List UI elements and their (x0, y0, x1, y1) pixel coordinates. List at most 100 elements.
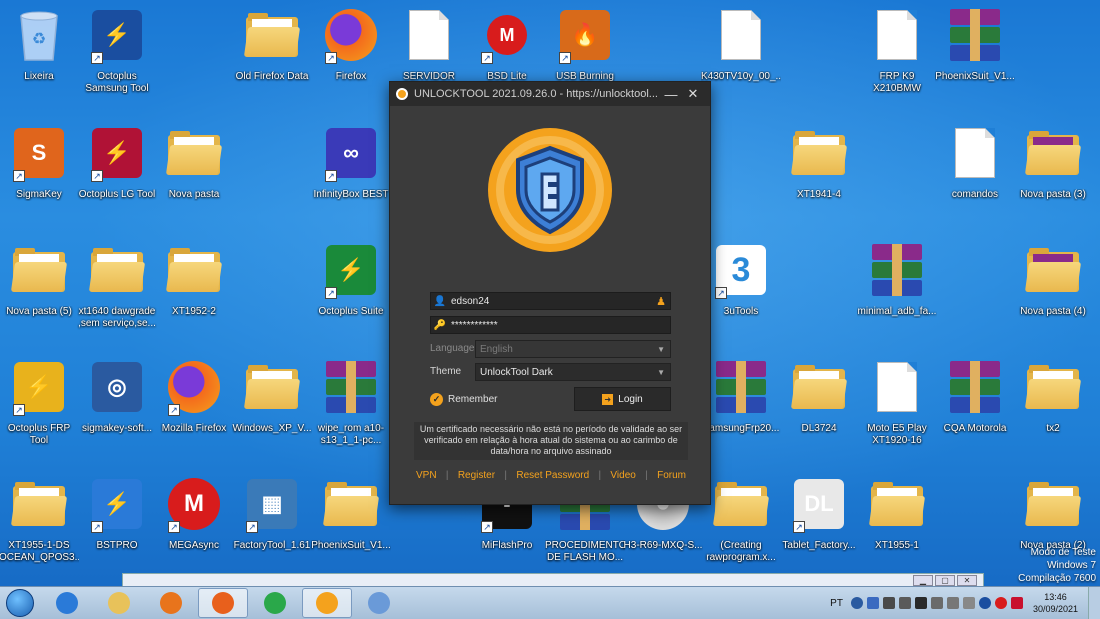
desktop-icon-octoplus-lg[interactable]: ⚡ ↗ Octoplus LG Tool (78, 122, 156, 234)
desktop-icon-samsungfrp[interactable]: SamsungFrp20... (702, 356, 780, 468)
usb-device-icon[interactable] (898, 597, 911, 609)
desktop-icon-k430tv[interactable]: K430TV10y_00_... (701, 4, 781, 116)
desktop-icon-phoenixsuit-top[interactable]: PhoenixSuit_V1... (935, 4, 1015, 116)
document-icon (877, 362, 917, 412)
desktop-icon-bstpro[interactable]: ⚡ ↗ BSTPRO (78, 473, 156, 585)
taskbar-media-player-button[interactable] (146, 588, 196, 618)
trash-bin-icon: ♻ (20, 11, 58, 61)
footer-link-forum[interactable]: Forum (657, 470, 686, 481)
mega-tray-icon[interactable] (994, 597, 1007, 609)
desktop-icon-tablet-factory[interactable]: DL ↗ Tablet_Factory... (780, 473, 858, 585)
desktop-icon-moto-e5[interactable]: Moto E5 Play XT1920-16 (858, 356, 936, 468)
flag-icon[interactable] (930, 597, 943, 609)
network-signal-icon[interactable] (962, 597, 975, 609)
desktop-icon-tx2[interactable]: tx2 (1014, 356, 1092, 468)
background-window-close-button[interactable]: ✕ (957, 575, 977, 586)
desktop-icon-xt1640[interactable]: xt1640 dawgrade ,sem serviço,se... (78, 239, 156, 351)
start-button[interactable] (0, 587, 40, 619)
desktop-icon-image: S ↗ (9, 122, 69, 184)
username-field[interactable]: 👤 edson24 ♟ (430, 292, 671, 310)
desktop-icon-image: 3 ↗ (711, 239, 771, 301)
desktop-icon-label: XT1952-2 (172, 306, 216, 317)
unlocktool-titlebar[interactable]: UNLOCKTOOL 2021.09.26.0 - https://unlock… (390, 82, 710, 106)
background-window-minimize-button[interactable]: ▁ (913, 575, 933, 586)
footer-link-reset-password[interactable]: Reset Password (516, 470, 589, 481)
footer-link-video[interactable]: Video (610, 470, 635, 481)
desktop-icon-windows-xp[interactable]: Windows_XP_V... (232, 356, 312, 468)
folder-icon (243, 365, 301, 409)
desktop-icon-factorytool[interactable]: ▦ ↗ FactoryTool_1.61 (233, 473, 311, 585)
checkmark-icon: ✓ (430, 393, 443, 406)
volume-icon[interactable] (946, 597, 959, 609)
watermark-line: Compilação 7600 (1018, 573, 1096, 584)
taskbar-ie-button[interactable] (42, 588, 92, 618)
sd-icon[interactable] (978, 597, 991, 609)
taskbar-explorer-button[interactable] (94, 588, 144, 618)
unlocktool-icon (316, 592, 338, 614)
remember-checkbox[interactable]: ✓ Remember (430, 393, 497, 406)
desktop-icon-image (164, 122, 224, 184)
network-sharing-icon[interactable] (866, 597, 879, 609)
password-field[interactable]: 🔑 ************ (430, 316, 671, 334)
desktop-icon-nova-pasta-3[interactable]: Nova pasta (3) (1014, 122, 1092, 234)
desktop-icon-image (945, 4, 1005, 66)
folder-icon (1024, 248, 1082, 292)
desktop-icon-minimal-adb[interactable]: minimal_adb_fa... (858, 239, 936, 351)
desktop-icon-megasync[interactable]: M ↗ MEGAsync (155, 473, 233, 585)
close-button[interactable]: ✕ (682, 86, 704, 102)
login-button[interactable]: ➜ Login (574, 387, 671, 411)
desktop-icon-creating-rawprogram[interactable]: (Creating rawprogram.x... (702, 473, 780, 585)
desktop-icon-old-firefox-data[interactable]: Old Firefox Data (233, 4, 311, 116)
desktop-icon-xt1941[interactable]: XT1941-4 (780, 122, 858, 234)
taskbar-firefox-button[interactable] (198, 588, 248, 618)
certificate-notice: Um certificado necessário não está no pe… (414, 422, 688, 460)
motorola-tray-icon[interactable] (1010, 597, 1023, 609)
desktop-icon-xt1955-ds[interactable]: XT1955-1-DS OCEAN_QPOS3... (0, 473, 79, 585)
desktop-icon-image (87, 239, 147, 301)
taskbar-paint-button[interactable] (354, 588, 404, 618)
desktop-icon-comandos[interactable]: comandos (936, 122, 1014, 234)
footer-link-vpn[interactable]: VPN (416, 470, 437, 481)
desktop-icon-dl3724[interactable]: DL3724 (780, 356, 858, 468)
desktop-icon-octoplus-suite[interactable]: ⚡ ↗ Octoplus Suite (312, 239, 390, 351)
desktop-icon-infinitybox[interactable]: ∞ ↗ InfinityBox BEST (312, 122, 390, 234)
background-window-maximize-button[interactable]: ▢ (935, 575, 955, 586)
minimize-button[interactable]: — (660, 87, 682, 102)
desktop-icon-label: Nova pasta (168, 189, 220, 200)
desktop-icon-mozilla-firefox[interactable]: ↗ Mozilla Firefox (155, 356, 233, 468)
winrar-archive-icon (326, 361, 376, 413)
monitor-icon[interactable] (914, 597, 927, 609)
theme-select[interactable]: UnlockTool Dark ▼ (475, 363, 671, 381)
desktop-icon-sigmakey-soft[interactable]: ◎ sigmakey-soft... (78, 356, 156, 468)
desktop-icon-nova-pasta-5[interactable]: Nova pasta (5) (0, 239, 78, 351)
desktop-icon-xt1955-1[interactable]: XT1955-1 (858, 473, 936, 585)
desktop-icon-octoplus-samsung[interactable]: ⚡ ↗ Octoplus Samsung Tool (78, 4, 156, 116)
desktop-icon-firefox[interactable]: ↗ Firefox (312, 4, 390, 116)
desktop-icon-lixeira[interactable]: ♻ Lixeira (0, 4, 78, 116)
background-window[interactable]: ▁ ▢ ✕ (122, 573, 984, 587)
chevron-up-icon[interactable] (882, 597, 895, 609)
desktop-icon-frp-k9[interactable]: FRP K9 X210BMW (858, 4, 936, 116)
footer-link-register[interactable]: Register (458, 470, 495, 481)
desktop-icon-image (945, 356, 1005, 418)
desktop-icon-sigmakey[interactable]: S ↗ SigmaKey (0, 122, 78, 234)
desktop-icon-nova-pasta-4[interactable]: Nova pasta (4) (1014, 239, 1092, 351)
show-desktop-button[interactable] (1088, 586, 1100, 619)
desktop-icon-octoplus-frp[interactable]: ⚡ ↗ Octoplus FRP Tool (0, 356, 78, 468)
desktop-icon-phoenixsuit-bottom[interactable]: PhoenixSuit_V1... (311, 473, 391, 585)
desktop-icon-cqa-motorola[interactable]: CQA Motorola (936, 356, 1014, 468)
language-select[interactable]: English ▼ (475, 340, 671, 358)
desktop-icon-label: comandos (951, 189, 999, 200)
folder-icon (868, 482, 926, 526)
language-indicator[interactable]: PT (830, 598, 843, 609)
desktop-icon-label: (Creating rawprogram.x... (706, 540, 776, 563)
taskbar-unlocktool-button[interactable] (302, 588, 352, 618)
desktop-icon-xt1952[interactable]: XT1952-2 (155, 239, 233, 351)
folder-icon (712, 482, 770, 526)
clock[interactable]: 13:46 30/09/2021 (1033, 591, 1078, 615)
desktop-icon-nova-pasta[interactable]: Nova pasta (155, 122, 233, 234)
desktop-icon-3utools[interactable]: 3 ↗ 3uTools (702, 239, 780, 351)
desktop-icon-wipe-rom[interactable]: wipe_rom a10-s13_1_1-pc... (312, 356, 390, 468)
tray-app-icon[interactable] (850, 597, 863, 609)
taskbar-chrome-button[interactable] (250, 588, 300, 618)
